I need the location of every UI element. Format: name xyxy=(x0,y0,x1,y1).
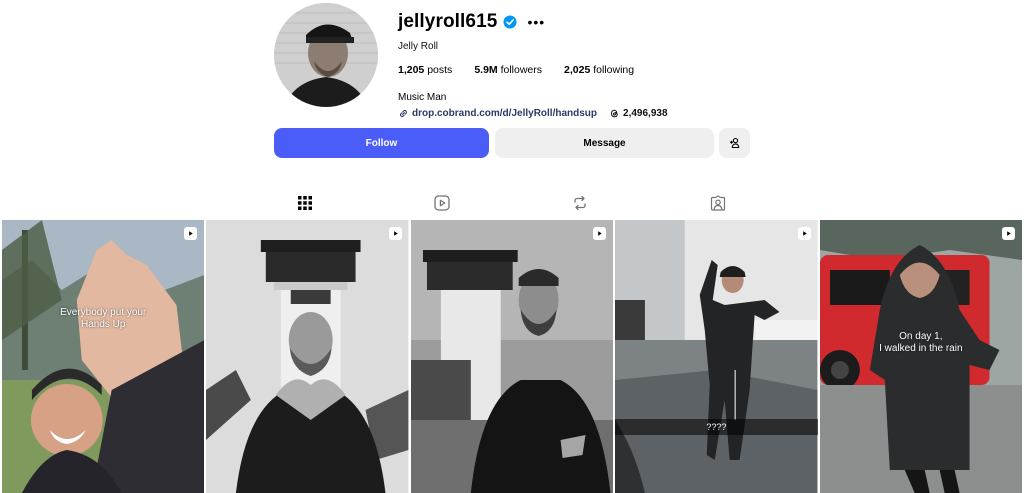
reels-icon xyxy=(434,195,450,211)
bio-text: Music Man xyxy=(398,92,447,103)
post-caption: Everybody put your Hands Up xyxy=(60,307,147,330)
post-tile[interactable]: On day 1, I walked in the rain xyxy=(819,220,1023,493)
post-thumbnail xyxy=(2,220,205,493)
posts-label: posts xyxy=(427,64,453,76)
external-link-text: drop.cobrand.com/d/JellyRoll/handsup xyxy=(412,108,598,119)
tagged-icon xyxy=(710,195,726,211)
post-thumbnail xyxy=(410,220,614,493)
tab-reels[interactable] xyxy=(433,194,451,212)
reposts-icon xyxy=(574,195,586,211)
tab-posts[interactable] xyxy=(296,194,314,212)
following-label: following xyxy=(593,64,635,76)
link-icon xyxy=(399,109,408,118)
more-options-icon[interactable]: ••• xyxy=(527,14,545,30)
external-link[interactable]: drop.cobrand.com/d/JellyRoll/handsup xyxy=(398,108,597,119)
following-count: 2,025 xyxy=(564,64,591,76)
post-thumbnail xyxy=(819,220,1023,493)
message-button[interactable]: Message xyxy=(495,128,714,158)
reel-icon xyxy=(184,227,198,240)
threads-badge[interactable]: 2,496,938 xyxy=(609,108,668,119)
profile-avatar[interactable] xyxy=(274,3,378,107)
threads-count: 2,496,938 xyxy=(623,108,668,119)
post-thumbnail xyxy=(206,220,409,493)
posts-count: 1,205 xyxy=(398,64,425,76)
username-row: jellyroll615 ••• xyxy=(398,8,998,36)
reel-icon xyxy=(593,227,607,240)
username: jellyroll615 xyxy=(398,11,498,32)
post-tile[interactable]: Everybody put your Hands Up xyxy=(2,220,205,493)
threads-icon xyxy=(611,109,618,118)
links-row: drop.cobrand.com/d/JellyRoll/handsup 2,4… xyxy=(398,108,998,119)
reel-icon xyxy=(388,227,402,240)
tab-tagged[interactable] xyxy=(709,194,727,212)
profile-stats: 1,205 posts 5.9M followers 2,025 followi… xyxy=(398,64,998,76)
post-caption: On day 1, I walked in the rain xyxy=(879,331,963,354)
followers-label: followers xyxy=(500,64,543,76)
followers-count: 5.9M xyxy=(474,64,498,76)
suggested-accounts-button[interactable] xyxy=(719,128,750,158)
following-stat[interactable]: 2,025 following xyxy=(564,64,645,76)
avatar-image xyxy=(274,3,378,107)
post-tile[interactable] xyxy=(410,220,614,493)
grid-icon xyxy=(298,196,312,210)
post-tile[interactable] xyxy=(206,220,409,493)
post-tile[interactable]: ???? xyxy=(615,220,818,493)
profile-info: jellyroll615 ••• Jelly Roll 1,205 posts … xyxy=(398,8,998,119)
full-name: Jelly Roll xyxy=(398,41,439,52)
verified-badge-icon xyxy=(503,15,517,29)
follow-button[interactable]: Follow xyxy=(274,128,489,158)
posts-stat: 1,205 posts xyxy=(398,64,463,76)
tab-reposts[interactable] xyxy=(571,194,589,212)
add-person-icon xyxy=(729,137,739,149)
posts-grid: Everybody put your Hands Up ???? On day … xyxy=(2,220,1023,493)
post-caption: ???? xyxy=(615,419,818,435)
reel-icon xyxy=(1002,227,1016,240)
reel-icon xyxy=(797,227,811,240)
post-thumbnail xyxy=(615,220,818,493)
followers-stat[interactable]: 5.9M followers xyxy=(474,64,553,76)
